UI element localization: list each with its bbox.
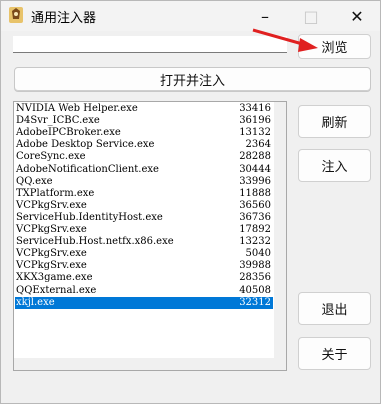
process-pid: 39988 xyxy=(239,260,271,272)
process-list-item[interactable]: QQExternal.exe 40508 xyxy=(15,285,273,297)
syringe-app-icon xyxy=(9,7,23,23)
process-name: CoreSync.exe xyxy=(16,151,86,163)
process-pid: 5040 xyxy=(245,248,271,260)
scroll-corner xyxy=(274,358,286,370)
process-pid: 13232 xyxy=(239,236,271,248)
process-list-item[interactable]: Adobe Desktop Service.exe 2364 xyxy=(15,139,273,151)
process-pid: 17892 xyxy=(239,224,271,235)
process-pid: 40508 xyxy=(239,284,271,296)
process-name: XKX3game.exe xyxy=(16,272,93,284)
process-list-item[interactable]: QQ.exe 33996 xyxy=(15,176,273,188)
process-pid: 2364 xyxy=(245,139,271,151)
process-list-item[interactable]: xkjl.exe 32312 xyxy=(15,296,273,309)
process-list-item[interactable]: XKX3game.exe 28356 xyxy=(15,272,273,284)
process-pid: 36736 xyxy=(239,211,271,223)
process-list-item[interactable]: TXPlatform.exe 11888 xyxy=(15,188,273,200)
process-name: VCPkgSrv.exe xyxy=(16,224,87,235)
process-name: QQ.exe xyxy=(16,175,53,187)
process-list-item[interactable]: ServiceHub.Host.netfx.x86.exe 13232 xyxy=(15,236,273,248)
process-name: VCPkgSrv.exe xyxy=(16,248,87,260)
title-bar[interactable]: 通用注入器 – □ ✕ xyxy=(1,1,380,31)
process-pid: 11888 xyxy=(239,187,271,199)
close-button[interactable]: ✕ xyxy=(334,1,380,31)
process-name: ServiceHub.Host.netfx.x86.exe xyxy=(16,236,174,248)
process-list[interactable]: xkjl.exe 32312 QQExternal.exe 40508 XKX3game… xyxy=(13,101,287,371)
process-pid: 32312 xyxy=(239,296,271,308)
process-pid: 13132 xyxy=(239,127,271,139)
process-pid: 33416 xyxy=(239,103,271,114)
process-name: VCPkgSrv.exe xyxy=(16,260,87,272)
process-name: Adobe Desktop Service.exe xyxy=(16,139,155,151)
exit-button[interactable]: 退出 xyxy=(298,292,371,325)
process-list-item[interactable]: AdobeNotificationClient.exe 30444 xyxy=(15,164,273,176)
process-name: QQExternal.exe xyxy=(16,284,97,296)
process-pid: 36196 xyxy=(239,115,271,127)
process-list-item[interactable]: ServiceHub.IdentityHost.exe 36736 xyxy=(15,212,273,224)
process-pid: 36560 xyxy=(239,199,271,211)
maximize-button[interactable]: □ xyxy=(288,1,334,31)
process-name: D4Svr_ICBC.exe xyxy=(16,115,100,127)
dll-path-input[interactable] xyxy=(13,36,287,53)
process-list-item[interactable]: AdobeIPCBroker.exe 13132 xyxy=(15,127,273,139)
process-name: VCPkgSrv.exe xyxy=(16,199,87,211)
refresh-button[interactable]: 刷新 xyxy=(298,105,371,138)
process-list-item[interactable]: VCPkgSrv.exe 17892 xyxy=(15,224,273,236)
process-pid: 33996 xyxy=(239,175,271,187)
about-button[interactable]: 关于 xyxy=(298,337,371,370)
horizontal-scrollbar[interactable] xyxy=(14,358,274,370)
process-pid: 28356 xyxy=(239,272,271,284)
open-and-inject-button[interactable]: 打开并注入 xyxy=(14,67,371,92)
minimize-button[interactable]: – xyxy=(242,1,288,31)
process-list-item[interactable]: CoreSync.exe 28288 xyxy=(15,151,273,163)
process-name: xkjl.exe xyxy=(16,296,55,308)
process-list-item[interactable]: D4Svr_ICBC.exe 36196 xyxy=(15,115,273,127)
process-list-item[interactable]: VCPkgSrv.exe 5040 xyxy=(15,248,273,260)
process-list-item[interactable]: VCPkgSrv.exe 36560 xyxy=(15,200,273,212)
process-name: AdobeNotificationClient.exe xyxy=(16,163,159,175)
injector-window: 通用注入器 – □ ✕ 浏览 打开并注入 xkjl.exe 32312 QQExte… xyxy=(0,0,381,404)
vertical-scrollbar[interactable] xyxy=(274,102,286,370)
process-pid: 28288 xyxy=(239,151,271,163)
process-list-item[interactable]: NVIDIA Web Helper.exe 33416 xyxy=(15,103,273,115)
browse-button[interactable]: 浏览 xyxy=(298,34,371,59)
process-list-item[interactable]: VCPkgSrv.exe 39988 xyxy=(15,260,273,272)
inject-button[interactable]: 注入 xyxy=(298,149,371,182)
process-name: TXPlatform.exe xyxy=(16,187,95,199)
process-pid: 30444 xyxy=(239,163,271,175)
process-name: AdobeIPCBroker.exe xyxy=(16,127,121,139)
process-name: NVIDIA Web Helper.exe xyxy=(16,103,138,114)
process-name: ServiceHub.IdentityHost.exe xyxy=(16,211,163,223)
window-title: 通用注入器 xyxy=(31,11,97,26)
